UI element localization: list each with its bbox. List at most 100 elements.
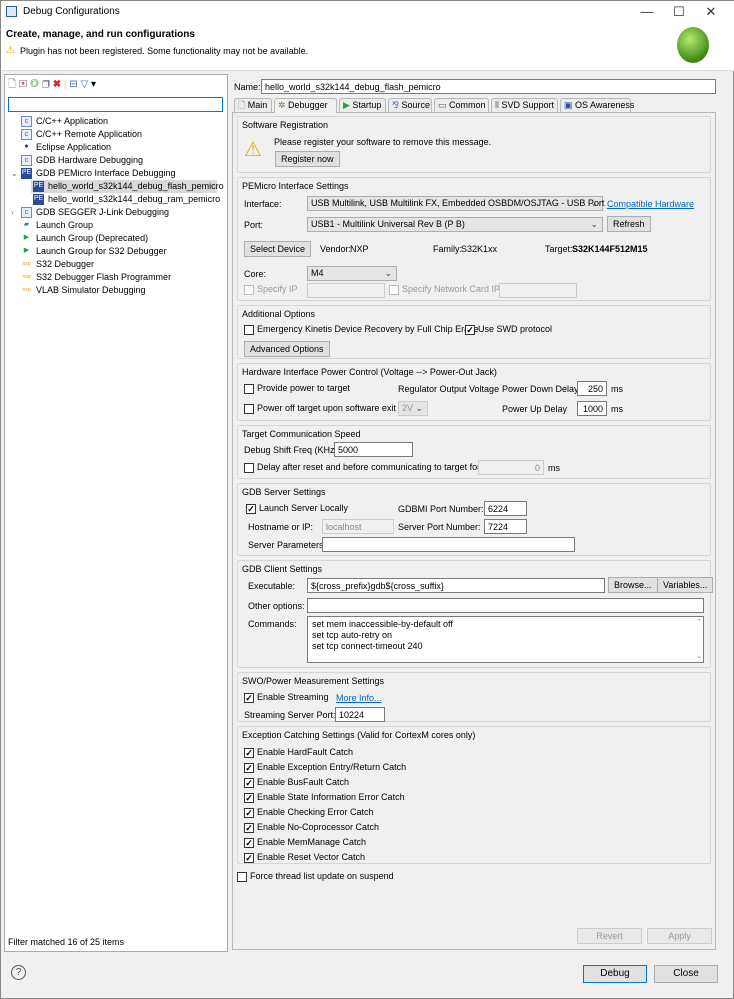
browse-button[interactable]: Browse... — [608, 577, 658, 593]
exception-catch-checkbox[interactable]: Enable HardFault Catch — [244, 745, 406, 760]
select-device-button[interactable]: Select Device — [244, 241, 312, 257]
freq-input[interactable]: 5000 — [334, 442, 413, 457]
checkbox[interactable] — [244, 383, 254, 394]
tree-item[interactable]: ▶ Launch Group (Deprecated) — [5, 232, 227, 245]
commands-textarea[interactable]: set mem inaccessible-by-default off set … — [307, 616, 704, 663]
revert-button[interactable]: Revert — [577, 928, 642, 944]
advanced-options-button[interactable]: Advanced Options — [244, 341, 330, 357]
exception-catch-checkbox[interactable]: Enable BusFault Catch — [244, 775, 406, 790]
tab-source[interactable]: ⅋ Source — [388, 98, 432, 112]
tab-svd-support[interactable]: ⦀ SVD Support — [491, 98, 558, 112]
specify-network-card-ip-checkbox[interactable]: Specify Network Card IP — [389, 284, 500, 295]
tree-item[interactable]: ▰ Launch Group — [5, 219, 227, 232]
chevron-right-icon[interactable]: › — [11, 206, 21, 219]
voltage-select[interactable]: 2V ⌄ — [398, 401, 428, 416]
tree-item[interactable]: c C/C++ Remote Application — [5, 128, 227, 141]
checkbox[interactable] — [246, 503, 256, 514]
new-prototype-icon[interactable]: ▣ — [19, 79, 27, 90]
checkbox[interactable] — [244, 822, 254, 833]
variables-button[interactable]: Variables... — [657, 577, 714, 593]
help-icon[interactable]: ? — [11, 965, 26, 980]
server-parameters-input[interactable] — [322, 537, 575, 552]
tree-item[interactable]: nxp VLAB Simulator Debugging — [5, 284, 227, 297]
tab-common[interactable]: ▭ Common — [434, 98, 489, 112]
export-icon[interactable]: ◎ — [30, 79, 39, 90]
apply-button[interactable]: Apply — [647, 928, 712, 944]
provide-power-checkbox[interactable]: Provide power to target — [244, 383, 350, 394]
checkbox[interactable] — [244, 792, 254, 803]
tree-item[interactable]: › c GDB SEGGER J-Link Debugging — [5, 206, 227, 219]
tab-os-awareness[interactable]: ▣ OS Awareness — [560, 98, 634, 112]
streaming-port-input[interactable]: 10224 — [335, 707, 385, 722]
checkbox[interactable] — [244, 692, 254, 703]
checkbox[interactable] — [244, 807, 254, 818]
emergency-recovery-checkbox[interactable]: Emergency Kinetis Device Recovery by Ful… — [244, 324, 479, 335]
force-thread-update-checkbox[interactable]: Force thread list update on suspend — [237, 871, 394, 882]
tree-item[interactable]: nxp S32 Debugger — [5, 258, 227, 271]
specify-ip-checkbox[interactable]: Specify IP — [244, 284, 298, 295]
exception-catch-checkbox[interactable]: Enable No-Coprocessor Catch — [244, 820, 406, 835]
checkbox[interactable] — [244, 324, 254, 335]
register-now-button[interactable]: Register now — [275, 151, 340, 167]
name-input[interactable]: hello_world_s32k144_debug_flash_pemicro — [261, 79, 716, 94]
tree-item[interactable]: c C/C++ Application — [5, 115, 227, 128]
compatible-hardware-link[interactable]: Compatible Hardware — [607, 199, 694, 209]
ip-input[interactable] — [307, 283, 385, 298]
tree-item[interactable]: nxp S32 Debugger Flash Programmer — [5, 271, 227, 284]
port-select[interactable]: USB1 - Multilink Universal Rev B (P B) ⌄ — [307, 217, 603, 232]
new-config-icon[interactable]: 🗋 — [8, 79, 16, 90]
chevron-down-icon[interactable]: ⌄ — [11, 167, 21, 180]
checkbox[interactable] — [389, 284, 399, 295]
gdbmi-port-input[interactable]: 6224 — [484, 501, 527, 516]
duplicate-icon[interactable]: ❐ — [42, 79, 50, 90]
tab-debugger[interactable]: ✲ Debugger — [274, 98, 337, 113]
tree-item[interactable]: PE hello_world_s32k144_debug_ram_pemicro — [5, 193, 227, 206]
exception-catch-checkbox[interactable]: Enable State Information Error Catch — [244, 790, 406, 805]
server-port-input[interactable]: 7224 — [484, 519, 527, 534]
checkbox[interactable] — [465, 324, 475, 335]
tab-startup[interactable]: ▶ Startup — [339, 98, 386, 112]
use-swd-checkbox[interactable]: Use SWD protocol — [465, 324, 552, 335]
tree-item[interactable]: ⌄ PE GDB PEMicro Interface Debugging — [5, 167, 227, 180]
exception-catch-checkbox[interactable]: Enable Checking Error Catch — [244, 805, 406, 820]
maximize-button[interactable]: ☐ — [663, 1, 695, 23]
close-button[interactable]: Close — [654, 965, 718, 983]
checkbox[interactable] — [244, 837, 254, 848]
tree-item[interactable]: ● Eclipse Application — [5, 141, 227, 154]
tab-main[interactable]: 🗋 Main — [234, 98, 272, 112]
delay-input[interactable]: 0 — [478, 460, 544, 475]
close-window-button[interactable]: ✕ — [695, 1, 727, 23]
checkbox[interactable] — [237, 871, 247, 882]
core-select[interactable]: M4 ⌄ — [307, 266, 397, 281]
launch-server-checkbox[interactable]: Launch Server Locally — [246, 503, 348, 514]
filter-icon[interactable]: ▽ — [80, 79, 88, 90]
enable-streaming-checkbox[interactable]: Enable Streaming — [244, 692, 329, 703]
checkbox[interactable] — [244, 777, 254, 788]
checkbox[interactable] — [244, 403, 254, 414]
checkbox[interactable] — [244, 284, 254, 295]
tree-item[interactable]: PE hello_world_s32k144_debug_flash_pemicr… — [31, 180, 224, 193]
scrollbar[interactable]: ⌄ — [696, 651, 702, 662]
refresh-button[interactable]: Refresh — [607, 216, 651, 232]
scrollbar[interactable]: ⌃ — [696, 617, 702, 628]
interface-select[interactable]: USB Multilink, USB Multilink FX, Embedde… — [307, 196, 604, 211]
tree-item[interactable]: c GDB Hardware Debugging — [5, 154, 227, 167]
delete-icon[interactable]: ✖ — [53, 79, 61, 90]
filter-menu-chevron-icon[interactable]: ▾ — [91, 79, 96, 90]
executable-input[interactable]: ${cross_prefix}gdb${cross_suffix} — [307, 578, 605, 593]
filter-input[interactable] — [8, 97, 223, 112]
checkbox[interactable] — [244, 852, 254, 863]
exception-catch-checkbox[interactable]: Enable MemManage Catch — [244, 835, 406, 850]
power-up-delay-input[interactable]: 1000 — [577, 401, 607, 416]
tree-item[interactable]: ▶ Launch Group for S32 Debugger — [5, 245, 227, 258]
more-info-link[interactable]: More Info... — [336, 693, 382, 703]
checkbox[interactable] — [244, 462, 254, 473]
minimize-button[interactable]: — — [631, 1, 663, 23]
power-off-checkbox[interactable]: Power off target upon software exit — [244, 403, 396, 414]
exception-catch-checkbox[interactable]: Enable Exception Entry/Return Catch — [244, 760, 406, 775]
other-options-input[interactable] — [307, 598, 704, 613]
collapse-all-icon[interactable]: ⊟ — [69, 79, 77, 90]
power-down-delay-input[interactable]: 250 — [577, 381, 607, 396]
hostname-input[interactable]: localhost — [322, 519, 394, 534]
network-card-ip-input[interactable] — [499, 283, 577, 298]
